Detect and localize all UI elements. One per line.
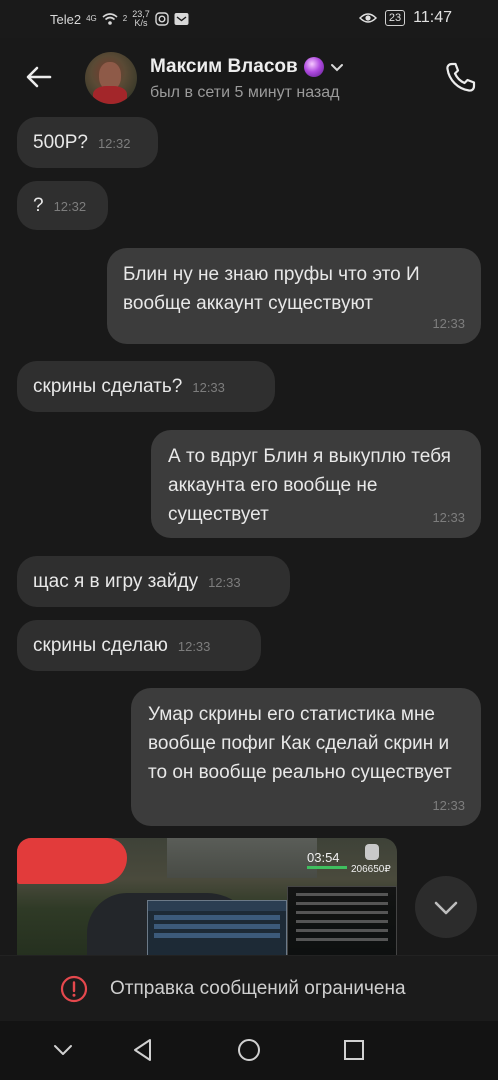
photo-game-time: 03:54 — [307, 850, 340, 865]
instagram-icon — [155, 12, 169, 26]
message-text: 500Р? — [33, 132, 88, 153]
message-text: скрины сделать? — [33, 376, 183, 397]
message-text: щас я в игру зайду — [33, 571, 199, 592]
message-text: Блин ну не знаю пруфы что это И вообще а… — [123, 264, 420, 314]
status-right: 23 11:47 — [358, 9, 452, 27]
message-text: ? — [33, 195, 44, 216]
restricted-message: Отправка сообщений ограничена — [110, 978, 406, 999]
clock: 11:47 — [413, 9, 452, 26]
message-text: скрины сделаю — [33, 635, 168, 656]
photo-redaction — [17, 838, 127, 884]
photo-game-money: 206650₽ — [351, 864, 391, 875]
message-outgoing[interactable]: Блин ну не знаю пруфы что это И вообще а… — [107, 248, 481, 344]
status-left: Tele2 4G 2 23,7 K/s — [50, 10, 189, 28]
arrow-left-icon[interactable] — [24, 62, 54, 92]
network-type: 4G — [86, 14, 97, 23]
message-time: 12:33 — [432, 510, 465, 525]
system-nav-bar — [0, 1021, 498, 1080]
status-bar: Tele2 4G 2 23,7 K/s 23 11:47 — [0, 0, 498, 38]
message-time: 12:32 — [97, 136, 131, 151]
battery-level: 23 — [384, 10, 406, 26]
phone-icon[interactable] — [444, 60, 478, 94]
nav-home-icon[interactable] — [236, 1037, 262, 1063]
restricted-bar: Отправка сообщений ограничена — [0, 955, 498, 1021]
message-time: 12:33 — [177, 639, 211, 654]
avatar[interactable] — [85, 52, 137, 104]
scroll-down-button[interactable] — [415, 876, 477, 938]
contact-name-row[interactable]: Максим Власов — [150, 56, 344, 78]
message-outgoing[interactable]: Умар скрины его статистика мне вообще по… — [131, 688, 481, 826]
message-time: 12:33 — [208, 575, 241, 590]
last-seen-status: был в сети 5 минут назад — [150, 84, 340, 101]
message-text: А то вдруг Блин я выкуплю тебя аккаунта … — [168, 446, 451, 525]
photo-building — [167, 838, 317, 878]
nav-recents-icon[interactable] — [341, 1037, 367, 1063]
photo-health-bar — [307, 866, 347, 869]
message-outgoing[interactable]: А то вдруг Блин я выкуплю тебя аккаунта … — [151, 430, 481, 538]
message-text: Умар скрины его статистика мне вообще по… — [148, 704, 452, 783]
message-incoming[interactable]: скрины сделаю 12:33 — [17, 620, 261, 671]
purple-orb-icon — [303, 57, 324, 77]
speed-unit: K/s — [134, 18, 148, 28]
warning-circle-icon — [60, 975, 88, 1003]
signal-index: 2 — [122, 14, 128, 23]
nav-back-icon[interactable] — [130, 1037, 156, 1063]
photo-stats-panel — [287, 886, 397, 956]
eye-comfort-icon — [358, 13, 377, 23]
photo-fist-icon — [365, 844, 379, 860]
message-time: 12:32 — [53, 199, 87, 214]
message-incoming[interactable]: 500Р? 12:32 — [17, 117, 158, 168]
photo-game-menu — [147, 900, 287, 956]
message-time: 12:33 — [432, 316, 465, 331]
chevron-down-icon — [434, 901, 458, 915]
message-time: 12:33 — [432, 798, 465, 813]
mail-notification-icon — [174, 13, 189, 25]
wifi-icon — [102, 13, 118, 25]
message-incoming[interactable]: щас я в игру зайду 12:33 — [17, 556, 290, 607]
chat-header: Максим Власов был в сети 5 минут назад — [0, 38, 498, 114]
network-speed: 23,7 K/s — [132, 10, 150, 28]
contact-name: Максим Власов — [150, 56, 298, 77]
nav-hide-icon[interactable] — [50, 1037, 76, 1063]
message-incoming[interactable]: скрины сделать? 12:33 — [17, 361, 275, 412]
chevron-down-icon — [330, 64, 343, 72]
carrier-label: Tele2 — [50, 11, 82, 27]
avatar-shirt — [93, 86, 127, 104]
photo-attachment[interactable]: 03:54 206650₽ — [17, 838, 397, 956]
message-time: 12:33 — [192, 380, 225, 395]
message-incoming[interactable]: ? 12:32 — [17, 181, 108, 230]
